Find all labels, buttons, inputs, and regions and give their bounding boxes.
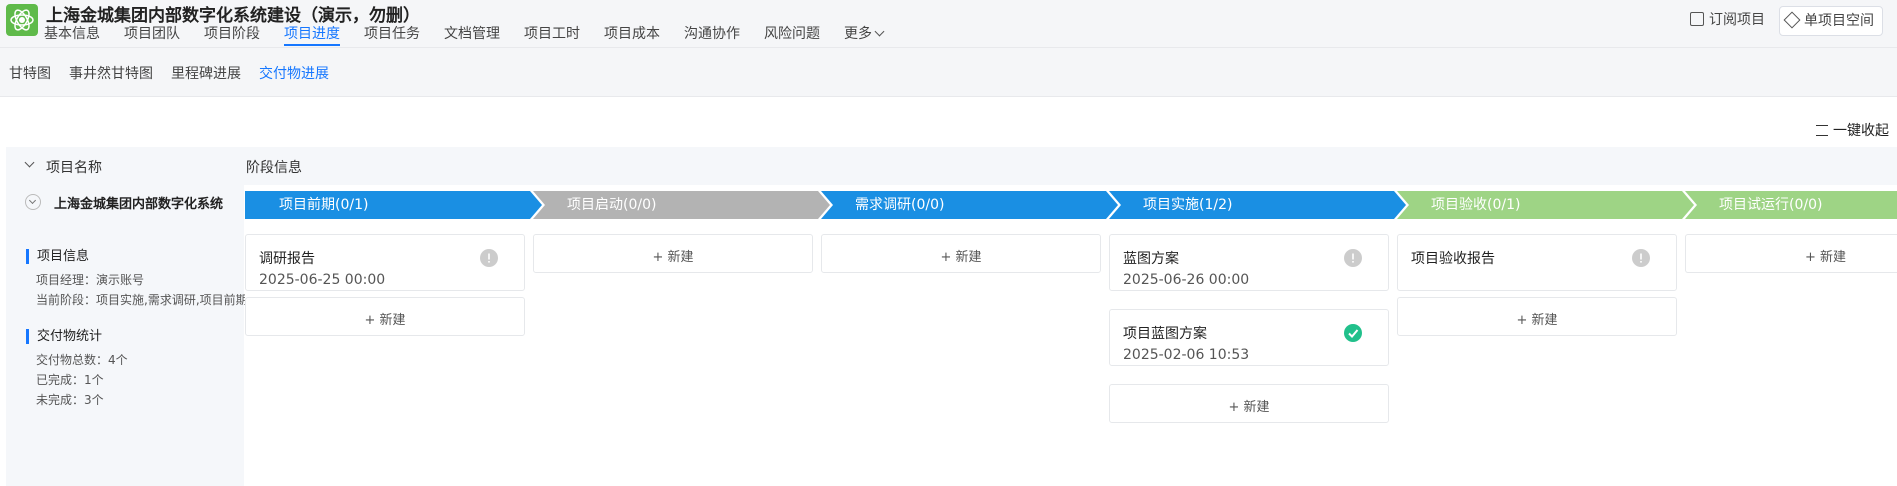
deliverable-date: 2025-06-26 00:00 [1123,272,1250,288]
stage-chevron: 项目试运行(0/0) [1685,191,1897,219]
stage-chevron: 项目启动(0/0) [533,191,830,219]
nav-collaboration[interactable]: 沟通协作 [684,24,740,44]
current-stage: 当前阶段：项目实施,需求调研,项目前期 [36,293,248,307]
new-deliverable-button[interactable]: + 新建 [1397,297,1677,336]
deliverable-card[interactable]: 调研报告 2025-06-25 00:00 [245,234,525,291]
tab-gantt[interactable]: 甘特图 [9,63,51,83]
new-deliverable-label: + 新建 [1516,313,1558,328]
nav-project-progress[interactable]: 项目进度 [284,24,340,46]
project-info-panel: 上海金城集团内部数字化系统 项目信息 项目经理：演示账号 当前阶段：项目实施,需… [6,185,248,486]
new-deliverable-label: + 新建 [364,313,406,328]
stage-board: 项目前期(0/1) 调研报告 2025-06-25 00:00 + 新建 项目启… [245,185,1897,486]
chevron-down-icon [874,26,885,37]
new-deliverable-button[interactable]: + 新建 [821,234,1101,273]
collapse-icon [1816,125,1828,136]
nav-project-team[interactable]: 项目团队 [124,24,180,44]
top-bar: 上海金城集团内部数字化系统建设（演示，勿删） 基本信息 项目团队 项目阶段 项目… [0,0,1897,48]
new-deliverable-button[interactable]: + 新建 [1109,384,1389,423]
deliverable-completed: 已完成：1个 [36,373,104,387]
stage-label: 项目验收(0/1) [1431,197,1521,213]
main-content: 一键收起 项目名称 阶段信息 上海金城集团内部数字化系统 项目信息 项目经理：演… [0,97,1897,486]
project-name-header: 项目名称 [46,160,102,176]
tab-deliverable-progress[interactable]: 交付物进展 [259,63,329,83]
status-pending-icon [1344,249,1362,267]
new-deliverable-button[interactable]: + 新建 [1685,234,1897,273]
deliverable-card[interactable]: 项目蓝图方案 2025-02-06 10:53 [1109,309,1389,366]
deliverable-title: 项目验收报告 [1411,251,1495,267]
stage-label: 项目试运行(0/0) [1719,197,1823,213]
nav-project-phase[interactable]: 项目阶段 [204,24,260,44]
deliverable-total: 交付物总数：4个 [36,353,128,367]
stage-label: 项目实施(1/2) [1143,197,1233,213]
deliverable-date: 2025-06-25 00:00 [259,272,386,288]
collapse-all-label: 一键收起 [1833,123,1889,139]
deliverable-uncompleted: 未完成：3个 [36,393,104,407]
stage-chevron: 项目实施(1/2) [1109,191,1406,219]
new-deliverable-button[interactable]: + 新建 [245,297,525,336]
nav-risk-issues[interactable]: 风险问题 [764,24,820,44]
new-deliverable-button[interactable]: + 新建 [533,234,813,273]
new-deliverable-label: + 新建 [940,250,982,265]
project-logo-icon [6,4,38,36]
new-deliverable-label: + 新建 [1804,250,1847,265]
deliverable-card[interactable]: 蓝图方案 2025-06-26 00:00 [1109,234,1389,291]
subscribe-label: 订阅项目 [1709,12,1765,28]
expand-toggle-icon[interactable] [25,194,41,210]
sub-nav: 甘特图 事井然甘特图 里程碑进展 交付物进展 [0,48,1897,97]
subscribe-button[interactable]: 订阅项目 [1690,6,1765,34]
stage-label: 项目启动(0/0) [567,197,657,213]
nav-more[interactable]: 更多 [844,24,885,44]
collapse-all-button[interactable]: 一键收起 [1816,120,1889,140]
project-title: 上海金城集团内部数字化系统建设（演示，勿删） [46,6,420,26]
deliverable-date: 2025-02-06 10:53 [1123,347,1250,363]
table-header: 项目名称 阶段信息 [6,147,1897,185]
tab-shijingran-gantt[interactable]: 事井然甘特图 [69,63,153,83]
project-name[interactable]: 上海金城集团内部数字化系统 [54,193,234,212]
new-deliverable-label: + 新建 [652,250,694,265]
stage-info-header: 阶段信息 [246,160,302,176]
deliverable-card[interactable]: 项目验收报告 [1397,234,1677,291]
deliverable-title: 调研报告 [259,251,315,267]
nav-basic-info[interactable]: 基本信息 [44,24,100,44]
single-project-space-button[interactable]: 单项目空间 [1779,6,1883,36]
stage-label: 需求调研(0/0) [855,197,945,213]
stage-label: 项目前期(0/1) [279,197,369,213]
status-done-icon [1344,324,1362,342]
deliverable-title: 项目蓝图方案 [1123,326,1207,342]
stage-chevron: 需求调研(0/0) [821,191,1118,219]
nav-project-cost[interactable]: 项目成本 [604,24,660,44]
project-info-title: 项目信息 [26,249,89,264]
deliverable-stats-title: 交付物统计 [26,329,102,344]
single-project-space-label: 单项目空间 [1804,13,1874,29]
nav-project-tasks[interactable]: 项目任务 [364,24,420,44]
nav-documents[interactable]: 文档管理 [444,24,500,44]
nav-work-hours[interactable]: 项目工时 [524,24,580,44]
nav-more-label: 更多 [844,26,872,42]
status-pending-icon [480,249,498,267]
status-pending-icon [1632,249,1650,267]
cube-icon [1783,11,1801,29]
new-deliverable-label: + 新建 [1228,400,1270,415]
deliverable-title: 蓝图方案 [1123,251,1179,267]
project-manager: 项目经理：演示账号 [36,273,145,287]
chevron-down-icon [24,157,35,168]
stage-chevron: 项目验收(0/1) [1397,191,1694,219]
stage-chevron: 项目前期(0/1) [245,191,542,219]
subscribe-icon [1690,12,1704,26]
tab-milestone-progress[interactable]: 里程碑进展 [171,63,241,83]
